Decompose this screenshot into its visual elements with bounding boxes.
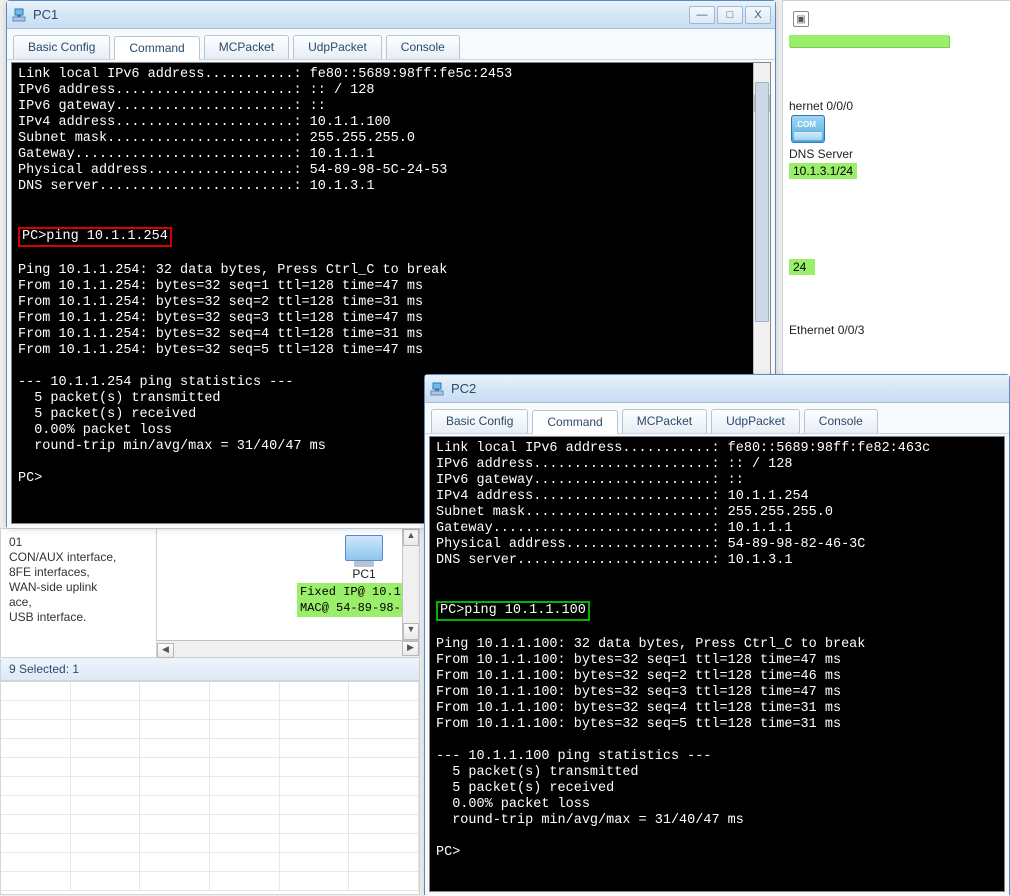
pc2-window: PC2 Basic Config Command MCPacket UdpPac… — [424, 374, 1010, 895]
console-output[interactable]: Link local IPv6 address...........: fe80… — [429, 436, 1005, 892]
window-title: PC1 — [33, 7, 689, 22]
window-title: PC2 — [451, 381, 1005, 396]
tab-command[interactable]: Command — [532, 410, 617, 434]
port-label-2: Ethernet 0/0/3 — [789, 323, 1004, 337]
server-label: DNS Server — [789, 147, 1004, 161]
scroll-right-icon[interactable]: ▶ — [402, 641, 419, 656]
tab-mcpacket[interactable]: MCPacket — [204, 35, 289, 59]
spreadsheet-grid[interactable] — [0, 681, 420, 895]
app-icon — [429, 381, 445, 397]
titlebar[interactable]: PC2 — [425, 375, 1009, 403]
device-description: 01 CON/AUX interface, 8FE interfaces, WA… — [1, 529, 157, 657]
device-head: 01 — [9, 535, 148, 550]
port-label: hernet 0/0/0 — [789, 99, 1004, 113]
topology-highlight-bar — [789, 35, 949, 47]
titlebar[interactable]: PC1 — □ X — [7, 1, 775, 29]
tab-console[interactable]: Console — [386, 35, 460, 59]
tab-udppacket[interactable]: UdpPacket — [293, 35, 382, 59]
app-icon — [11, 7, 27, 23]
maximize-button[interactable]: □ — [717, 6, 743, 24]
status-text: 9 Selected: 1 — [9, 662, 79, 676]
topology-canvas[interactable]: PC1 Fixed IP@ 10.1 MAC@ 54-89-98-5 ▲ ▼ ◀… — [157, 529, 419, 657]
tab-basic-config[interactable]: Basic Config — [431, 409, 528, 433]
panel-expand-icon[interactable]: ▣ — [793, 11, 809, 27]
pc-caption: PC1 — [343, 567, 385, 581]
tab-console[interactable]: Console — [804, 409, 878, 433]
scrollbar-horizontal[interactable]: ◀ ▶ — [157, 640, 419, 657]
tab-bar: Basic Config Command MCPacket UdpPacket … — [425, 403, 1009, 434]
tab-mcpacket[interactable]: MCPacket — [622, 409, 707, 433]
server-ip-label: 10.1.3.1/24 — [789, 163, 857, 179]
pc-icon[interactable]: PC1 — [343, 535, 385, 571]
highlighted-command: PC>ping 10.1.1.100 — [436, 601, 590, 621]
scroll-left-icon[interactable]: ◀ — [157, 643, 174, 658]
highlighted-command: PC>ping 10.1.1.254 — [18, 227, 172, 247]
device-palette-panel: 01 CON/AUX interface, 8FE interfaces, WA… — [0, 528, 420, 658]
tab-udppacket[interactable]: UdpPacket — [711, 409, 800, 433]
ip-fragment-label: 24 — [789, 259, 815, 275]
status-bar: 9 Selected: 1 — [0, 659, 420, 681]
tab-bar: Basic Config Command MCPacket UdpPacket … — [7, 29, 775, 60]
server-icon[interactable] — [791, 115, 825, 143]
close-button[interactable]: X — [745, 6, 771, 24]
tab-command[interactable]: Command — [114, 36, 199, 60]
scrollbar-vertical[interactable]: ▲ ▼ — [402, 529, 419, 640]
tab-basic-config[interactable]: Basic Config — [13, 35, 110, 59]
scroll-up-icon[interactable]: ▲ — [403, 529, 419, 546]
minimize-button[interactable]: — — [689, 6, 715, 24]
pc-mac-label: MAC@ 54-89-98-5 — [297, 599, 411, 617]
scroll-down-icon[interactable]: ▼ — [403, 623, 419, 640]
